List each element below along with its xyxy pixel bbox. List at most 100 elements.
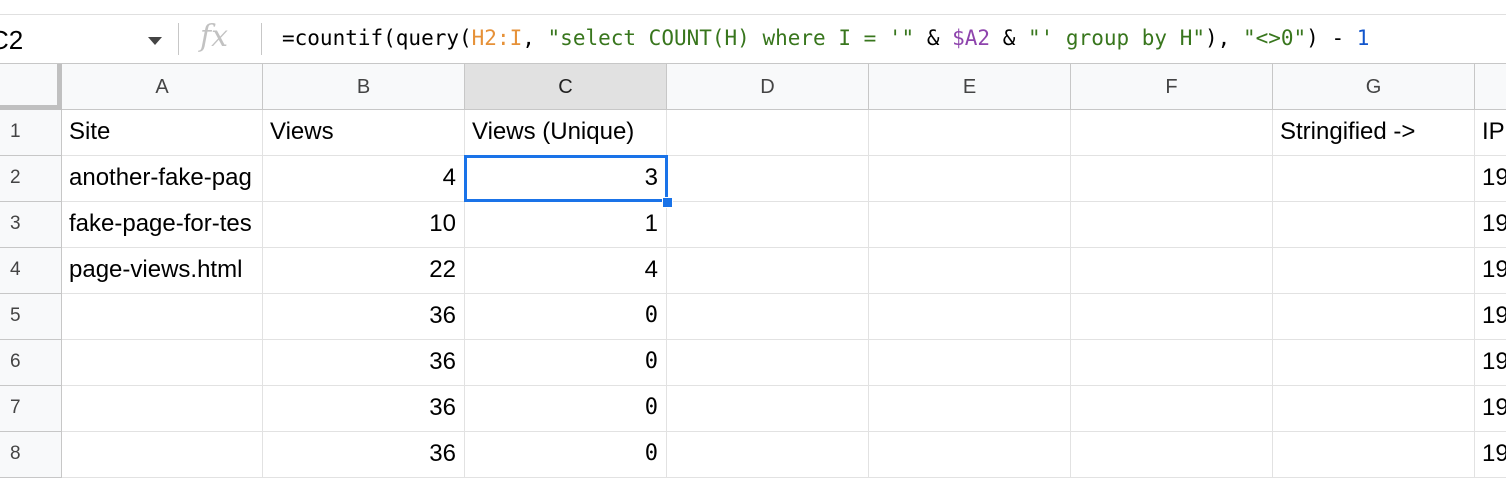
cell-g6[interactable] — [1273, 340, 1475, 386]
row-header-7[interactable]: 7 — [0, 386, 62, 432]
column-header-next[interactable] — [1475, 64, 1506, 110]
cell-d3[interactable] — [667, 202, 869, 248]
cell-f7[interactable] — [1071, 386, 1273, 432]
name-box[interactable]: C2 — [0, 15, 172, 63]
top-toolbar-edge — [0, 0, 1506, 15]
formula-token: & — [990, 26, 1028, 50]
column-header-d[interactable]: D — [667, 64, 869, 110]
row-header-6[interactable]: 6 — [0, 340, 62, 386]
cell-f5[interactable] — [1071, 294, 1273, 340]
cell-g1[interactable]: Stringified -> — [1273, 110, 1475, 156]
cell-b7[interactable]: 36 — [263, 386, 465, 432]
cell-h2[interactable]: 19 — [1475, 156, 1506, 202]
fill-handle[interactable] — [662, 197, 673, 208]
column-header-g[interactable]: G — [1273, 64, 1475, 110]
cell-a1[interactable]: Site — [62, 110, 263, 156]
column-header-c[interactable]: C — [465, 64, 667, 110]
cell-e6[interactable] — [869, 340, 1071, 386]
cell-d5[interactable] — [667, 294, 869, 340]
cell-b4[interactable]: 22 — [263, 248, 465, 294]
cell-b8[interactable]: 36 — [263, 432, 465, 478]
cell-e5[interactable] — [869, 294, 1071, 340]
cell-g3[interactable] — [1273, 202, 1475, 248]
cell-h3[interactable]: 19 — [1475, 202, 1506, 248]
cell-b1[interactable]: Views — [263, 110, 465, 156]
cell-g5[interactable] — [1273, 294, 1475, 340]
cell-a4[interactable]: page-views.html — [62, 248, 263, 294]
formula-token: & — [914, 26, 953, 50]
name-box-value: C2 — [0, 25, 24, 55]
cell-e1[interactable] — [869, 110, 1071, 156]
formula-token: ), — [1205, 26, 1243, 50]
cell-c1[interactable]: Views (Unique) — [465, 110, 667, 156]
cell-h5[interactable]: 19 — [1475, 294, 1506, 340]
cell-e4[interactable] — [869, 248, 1071, 294]
cell-h7[interactable]: 19 — [1475, 386, 1506, 432]
formula-bar: C2 fx =countif(query(H2:I, "select COUNT… — [0, 15, 1506, 64]
cell-a8[interactable] — [62, 432, 263, 478]
cell-f1[interactable] — [1071, 110, 1273, 156]
formula-token: "' group by H" — [1028, 26, 1206, 50]
function-icon: fx — [200, 19, 229, 54]
cell-d8[interactable] — [667, 432, 869, 478]
select-all-corner[interactable] — [0, 64, 62, 110]
formula-input[interactable]: =countif(query(H2:I, "select COUNT(H) wh… — [282, 26, 1369, 50]
cell-c2[interactable]: 3 — [465, 156, 667, 202]
cell-f2[interactable] — [1071, 156, 1273, 202]
cell-e7[interactable] — [869, 386, 1071, 432]
row-header-5[interactable]: 5 — [0, 294, 62, 340]
row-header-4[interactable]: 4 — [0, 248, 62, 294]
cell-f4[interactable] — [1071, 248, 1273, 294]
cell-g2[interactable] — [1273, 156, 1475, 202]
formula-token: $A2 — [952, 26, 991, 50]
cell-d1[interactable] — [667, 110, 869, 156]
formula-token: "select COUNT(H) where I = '" — [547, 26, 915, 50]
cell-c8[interactable]: 0 — [465, 432, 667, 478]
cell-d6[interactable] — [667, 340, 869, 386]
cell-g7[interactable] — [1273, 386, 1475, 432]
cell-b2[interactable]: 4 — [263, 156, 465, 202]
row-header-8[interactable]: 8 — [0, 432, 62, 478]
cell-b6[interactable]: 36 — [263, 340, 465, 386]
column-header-e[interactable]: E — [869, 64, 1071, 110]
cell-g8[interactable] — [1273, 432, 1475, 478]
cell-c7[interactable]: 0 — [465, 386, 667, 432]
cell-c4[interactable]: 4 — [465, 248, 667, 294]
cell-b3[interactable]: 10 — [263, 202, 465, 248]
row-header-2[interactable]: 2 — [0, 156, 62, 202]
cell-c5[interactable]: 0 — [465, 294, 667, 340]
cell-d4[interactable] — [667, 248, 869, 294]
cell-h1[interactable]: IP — [1475, 110, 1506, 156]
cell-f8[interactable] — [1071, 432, 1273, 478]
formula-token: 1 — [1356, 26, 1370, 50]
row-header-1[interactable]: 1 — [0, 110, 62, 156]
cell-a3[interactable]: fake-page-for-tes — [62, 202, 263, 248]
cell-c6[interactable]: 0 — [465, 340, 667, 386]
cell-c3[interactable]: 1 — [465, 202, 667, 248]
divider — [178, 23, 179, 55]
cell-a5[interactable] — [62, 294, 263, 340]
cell-e8[interactable] — [869, 432, 1071, 478]
cell-h6[interactable]: 19 — [1475, 340, 1506, 386]
cell-a2[interactable]: another-fake-pag — [62, 156, 263, 202]
formula-token: =countif(query( — [282, 26, 472, 50]
cell-b5[interactable]: 36 — [263, 294, 465, 340]
column-header-f[interactable]: F — [1071, 64, 1273, 110]
cell-d7[interactable] — [667, 386, 869, 432]
formula-token: , — [522, 26, 548, 50]
cell-d2[interactable] — [667, 156, 869, 202]
cell-a7[interactable] — [62, 386, 263, 432]
cell-e2[interactable] — [869, 156, 1071, 202]
cell-f6[interactable] — [1071, 340, 1273, 386]
cell-g4[interactable] — [1273, 248, 1475, 294]
cell-f3[interactable] — [1071, 202, 1273, 248]
cell-e3[interactable] — [869, 202, 1071, 248]
row-header-3[interactable]: 3 — [0, 202, 62, 248]
cell-h4[interactable]: 19 — [1475, 248, 1506, 294]
chevron-down-icon[interactable] — [148, 37, 162, 45]
column-header-b[interactable]: B — [263, 64, 465, 110]
cell-a6[interactable] — [62, 340, 263, 386]
column-header-a[interactable]: A — [62, 64, 263, 110]
formula-token: ) - — [1306, 26, 1357, 50]
cell-h8[interactable]: 19 — [1475, 432, 1506, 478]
